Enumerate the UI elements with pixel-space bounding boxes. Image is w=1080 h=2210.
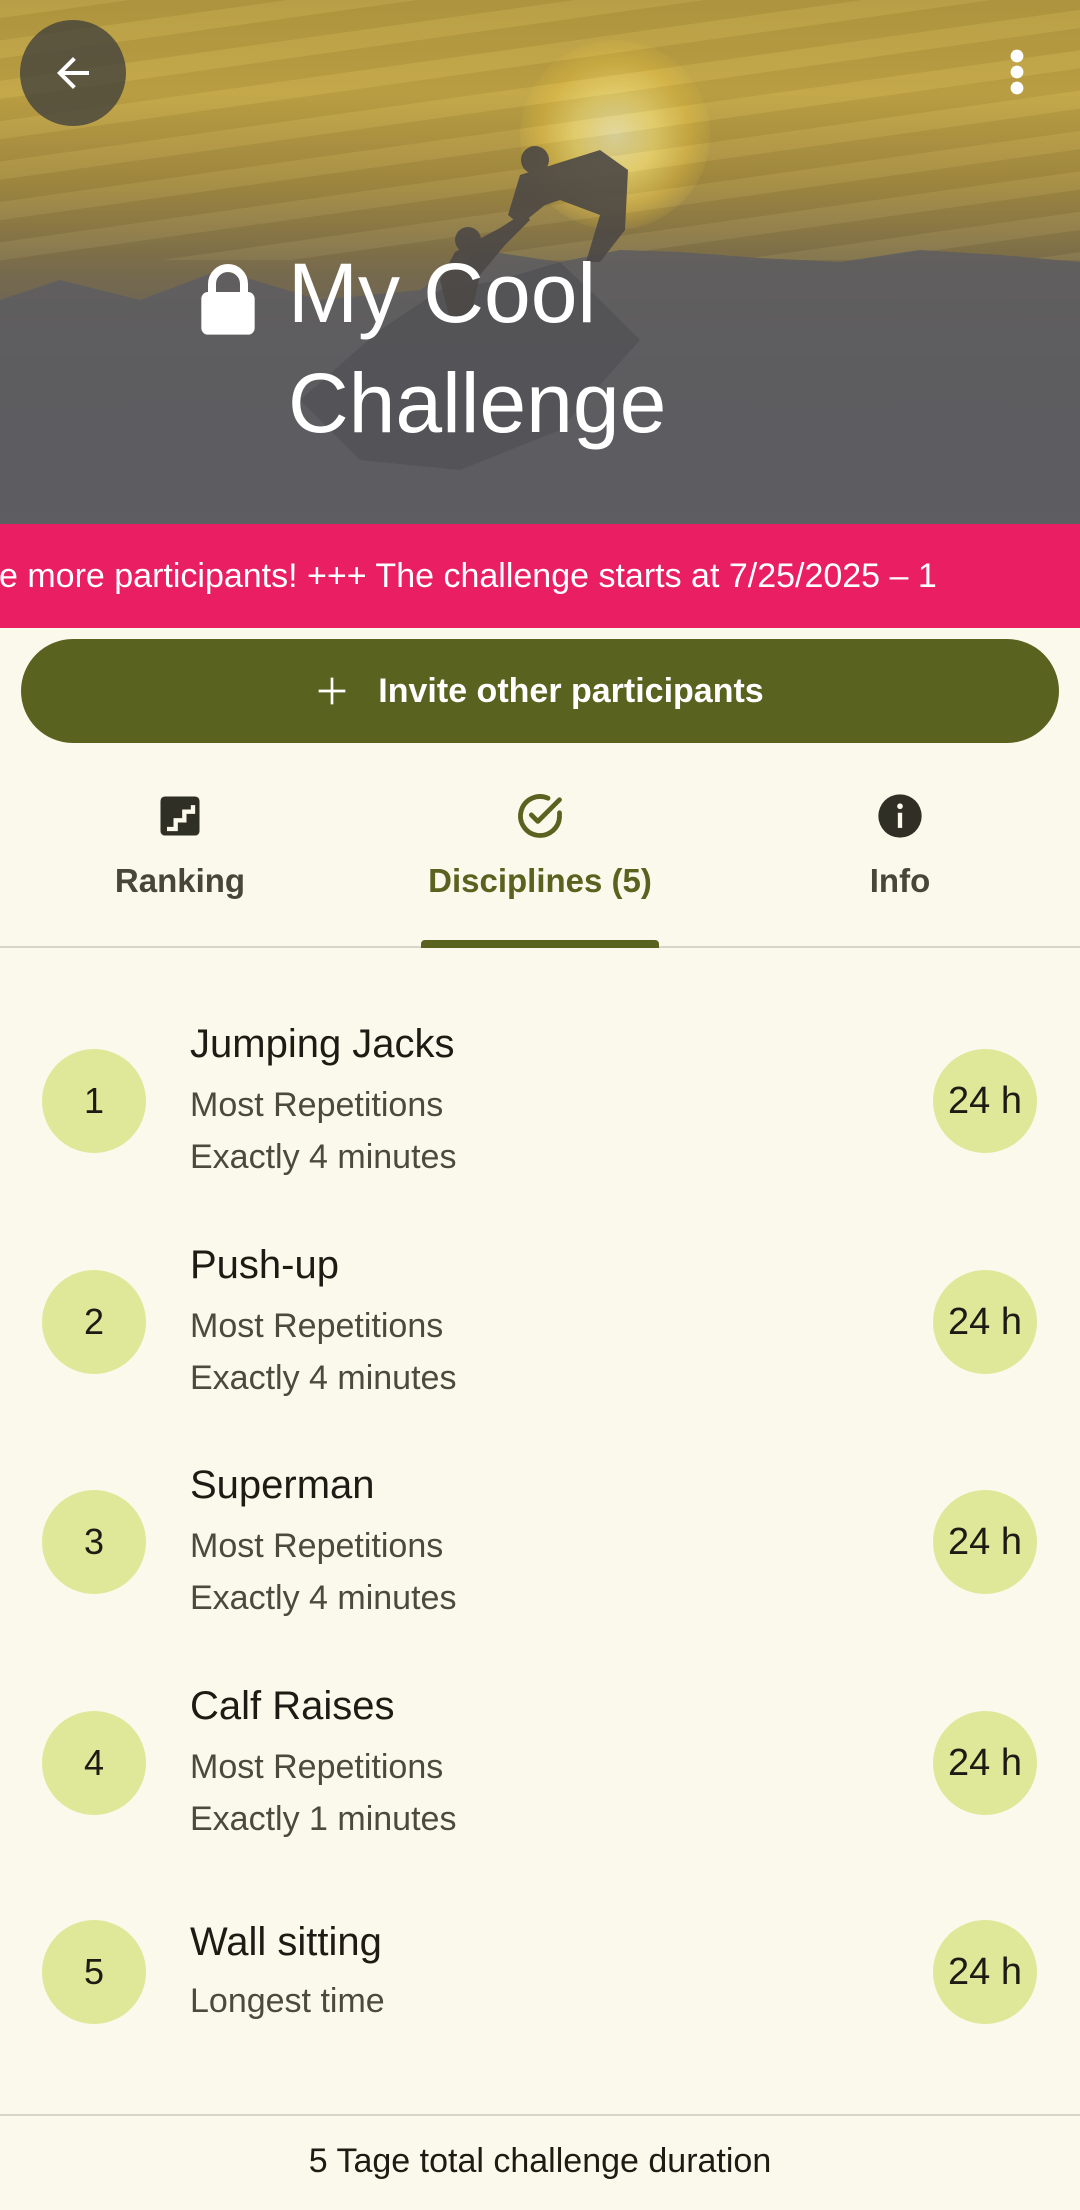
discipline-limit: Exactly 1 minutes <box>190 1800 457 1838</box>
discipline-item[interactable]: 4 Calf Raises Most Repetitions Exactly 1… <box>0 1682 1080 1842</box>
invite-button-label: Invite other participants <box>378 671 764 710</box>
plus-icon <box>318 677 346 705</box>
more-menu-button[interactable] <box>990 30 1044 114</box>
more-vertical-icon <box>1010 49 1024 95</box>
info-icon <box>878 794 922 838</box>
discipline-item[interactable]: 5 Wall sitting Longest time 24 h <box>0 1920 1080 2024</box>
stairs-icon <box>160 796 200 836</box>
discipline-duration-badge: 24 h <box>933 1711 1037 1815</box>
discipline-duration-badge: 24 h <box>933 1270 1037 1374</box>
tab-bar: Ranking Disciplines (5) Info <box>0 760 1080 948</box>
active-tab-indicator <box>421 940 659 948</box>
discipline-item[interactable]: 1 Jumping Jacks Most Repetitions Exactly… <box>0 1020 1080 1180</box>
discipline-number-badge: 1 <box>42 1049 146 1153</box>
discipline-number-badge: 4 <box>42 1711 146 1815</box>
tab-info[interactable]: Info <box>720 790 1080 900</box>
tab-disciplines[interactable]: Disciplines (5) <box>360 790 720 900</box>
challenge-duration-footer: 5 Tage total challenge duration <box>0 2114 1080 2210</box>
discipline-scoring: Most Repetitions <box>190 1527 444 1565</box>
discipline-duration-badge: 24 h <box>933 1490 1037 1594</box>
tab-ranking[interactable]: Ranking <box>0 790 360 900</box>
announcement-ticker: ite more participants! +++ The challenge… <box>0 524 1080 628</box>
discipline-name: Wall sitting <box>190 1920 382 1964</box>
discipline-limit: Exactly 4 minutes <box>190 1359 457 1397</box>
discipline-number-badge: 5 <box>42 1920 146 2024</box>
discipline-scoring: Most Repetitions <box>190 1307 444 1345</box>
discipline-name: Jumping Jacks <box>190 1022 455 1066</box>
arrow-left-icon <box>57 57 89 89</box>
tab-label: Info <box>869 862 931 899</box>
discipline-scoring: Longest time <box>190 1982 385 2020</box>
discipline-item[interactable]: 3 Superman Most Repetitions Exactly 4 mi… <box>0 1461 1080 1621</box>
discipline-duration-badge: 24 h <box>933 1049 1037 1153</box>
discipline-name: Superman <box>190 1463 375 1507</box>
discipline-name: Push-up <box>190 1243 339 1287</box>
discipline-limit: Exactly 4 minutes <box>190 1138 457 1176</box>
discipline-limit: Exactly 4 minutes <box>190 1579 457 1617</box>
discipline-number-badge: 3 <box>42 1490 146 1594</box>
lock-icon <box>201 264 255 335</box>
back-button[interactable] <box>20 20 126 126</box>
challenge-title-block: My Cool Challenge <box>196 246 666 450</box>
discipline-number-badge: 2 <box>42 1270 146 1374</box>
ticker-text: ite more participants! +++ The challenge… <box>0 557 937 595</box>
check-circle-icon <box>518 794 562 838</box>
discipline-scoring: Most Repetitions <box>190 1086 444 1124</box>
discipline-duration-badge: 24 h <box>933 1920 1037 2024</box>
discipline-scoring: Most Repetitions <box>190 1748 444 1786</box>
tab-label: Disciplines (5) <box>428 862 652 899</box>
tab-label: Ranking <box>114 862 246 899</box>
challenge-title: My Cool Challenge <box>288 246 667 450</box>
discipline-name: Calf Raises <box>190 1684 395 1728</box>
invite-participants-button[interactable]: Invite other participants <box>21 639 1059 743</box>
discipline-item[interactable]: 2 Push-up Most Repetitions Exactly 4 min… <box>0 1241 1080 1401</box>
